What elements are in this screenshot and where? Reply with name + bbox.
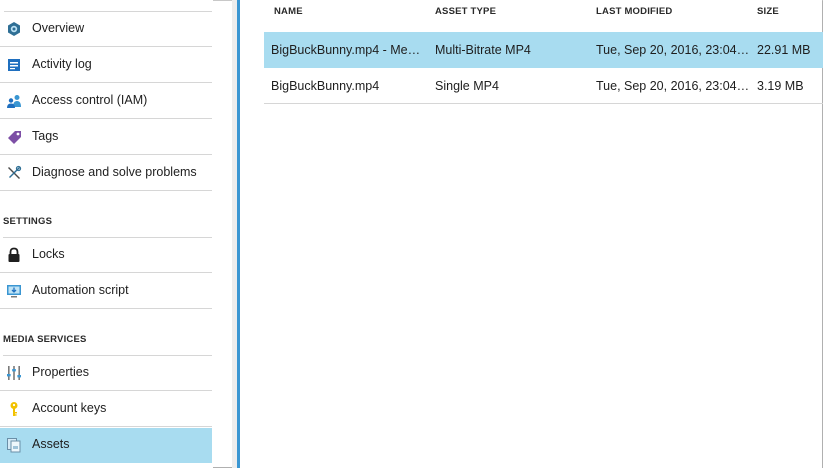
cell-asset-type: Single MP4 — [435, 79, 499, 93]
resource-menu: Overview Activity log Access control (IA… — [0, 0, 213, 468]
cell-asset-type: Multi-Bitrate MP4 — [435, 43, 531, 57]
cell-last-modified: Tue, Sep 20, 2016, 23:04 P... — [596, 79, 751, 93]
section-header-settings: SETTINGS — [3, 216, 53, 227]
menu-item-label: Locks — [32, 247, 65, 261]
menu-item-access-control[interactable]: Access control (IAM) — [0, 84, 212, 119]
cell-size: 3.19 MB — [757, 79, 804, 93]
users-icon — [6, 93, 22, 109]
menu-item-account-keys[interactable]: Account keys — [0, 392, 212, 427]
column-header-name[interactable]: NAME — [274, 6, 303, 17]
menu-item-label: Diagnose and solve problems — [32, 165, 197, 179]
menu-item-diagnose[interactable]: Diagnose and solve problems — [0, 156, 212, 191]
assets-icon — [6, 437, 22, 453]
menu-item-properties[interactable]: Properties — [0, 356, 212, 391]
menu-item-locks[interactable]: Locks — [0, 238, 212, 273]
overview-hex-icon — [6, 21, 22, 37]
column-header-size[interactable]: SIZE — [757, 6, 779, 17]
section-header-media-services: MEDIA SERVICES — [3, 334, 87, 345]
menu-item-label: Automation script — [32, 283, 129, 297]
cell-last-modified: Tue, Sep 20, 2016, 23:04 P... — [596, 43, 751, 57]
cell-size: 22.91 MB — [757, 43, 811, 57]
table-row[interactable]: BigBuckBunny.mp4 Single MP4 Tue, Sep 20,… — [264, 68, 823, 104]
properties-sliders-icon — [6, 365, 22, 381]
activity-log-icon — [6, 57, 22, 73]
menu-item-label: Assets — [32, 437, 70, 451]
menu-item-assets[interactable]: Assets — [0, 428, 212, 463]
menu-item-label: Tags — [32, 129, 59, 143]
menu-item-label: Access control (IAM) — [32, 93, 148, 107]
tag-icon — [6, 129, 22, 145]
menu-item-label: Overview — [32, 21, 85, 35]
column-header-last-modified[interactable]: LAST MODIFIED — [596, 6, 673, 17]
automation-script-icon — [6, 283, 22, 299]
menu-item-tags[interactable]: Tags — [0, 120, 212, 155]
cell-name: BigBuckBunny.mp4 - Medi... — [271, 43, 426, 57]
menu-item-automation-script[interactable]: Automation script — [0, 274, 212, 309]
menu-item-overview[interactable]: Overview — [0, 12, 212, 47]
assets-blade: NAME ASSET TYPE LAST MODIFIED SIZE BigBu… — [240, 0, 823, 468]
cell-name: BigBuckBunny.mp4 — [271, 79, 380, 93]
menu-item-label: Account keys — [32, 401, 107, 415]
key-icon — [6, 401, 22, 417]
menu-item-label: Properties — [32, 365, 89, 379]
column-header-asset-type[interactable]: ASSET TYPE — [435, 6, 496, 17]
menu-item-label: Activity log — [32, 57, 92, 71]
wrench-icon — [6, 165, 22, 181]
table-row[interactable]: BigBuckBunny.mp4 - Medi... Multi-Bitrate… — [264, 32, 823, 68]
lock-icon — [6, 247, 22, 263]
menu-item-activity-log[interactable]: Activity log — [0, 48, 212, 83]
